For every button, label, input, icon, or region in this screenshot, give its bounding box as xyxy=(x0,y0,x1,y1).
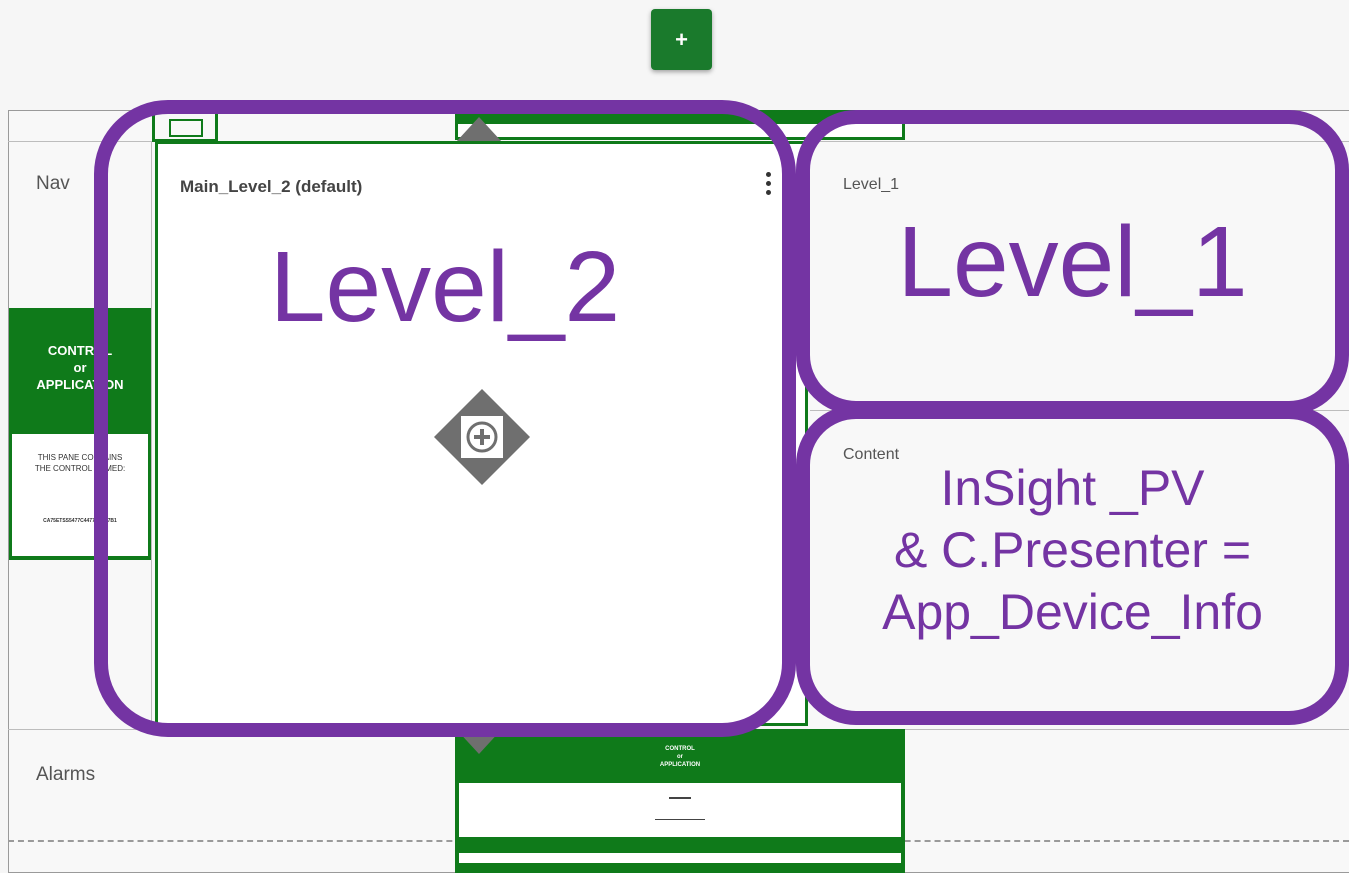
level-1-annotation-text: Level_1 xyxy=(897,206,1248,318)
card-title-line: or xyxy=(677,754,683,760)
add-pane-button[interactable]: + xyxy=(651,9,712,70)
annotation-line: & C.Presenter = xyxy=(893,522,1252,578)
card-title-line: CONTROL xyxy=(665,746,695,752)
level-2-annotation-box xyxy=(94,100,796,737)
content-annotation-text: InSight _PV & C.Presenter = App_Device_I… xyxy=(796,457,1349,643)
level-2-annotation-text: Level_2 xyxy=(269,231,621,343)
annotation-line: InSight _PV xyxy=(940,460,1205,516)
card-footer xyxy=(459,853,901,863)
nav-row-label: Nav xyxy=(36,173,70,194)
plus-icon: + xyxy=(675,26,688,52)
alarms-row-label: Alarms xyxy=(36,764,96,785)
alarms-control-card[interactable]: CONTROL or APPLICATION xyxy=(455,729,905,873)
card-body xyxy=(459,783,901,837)
annotation-line: App_Device_Info xyxy=(882,584,1263,640)
card-title-line: APPLICATION xyxy=(659,762,701,768)
